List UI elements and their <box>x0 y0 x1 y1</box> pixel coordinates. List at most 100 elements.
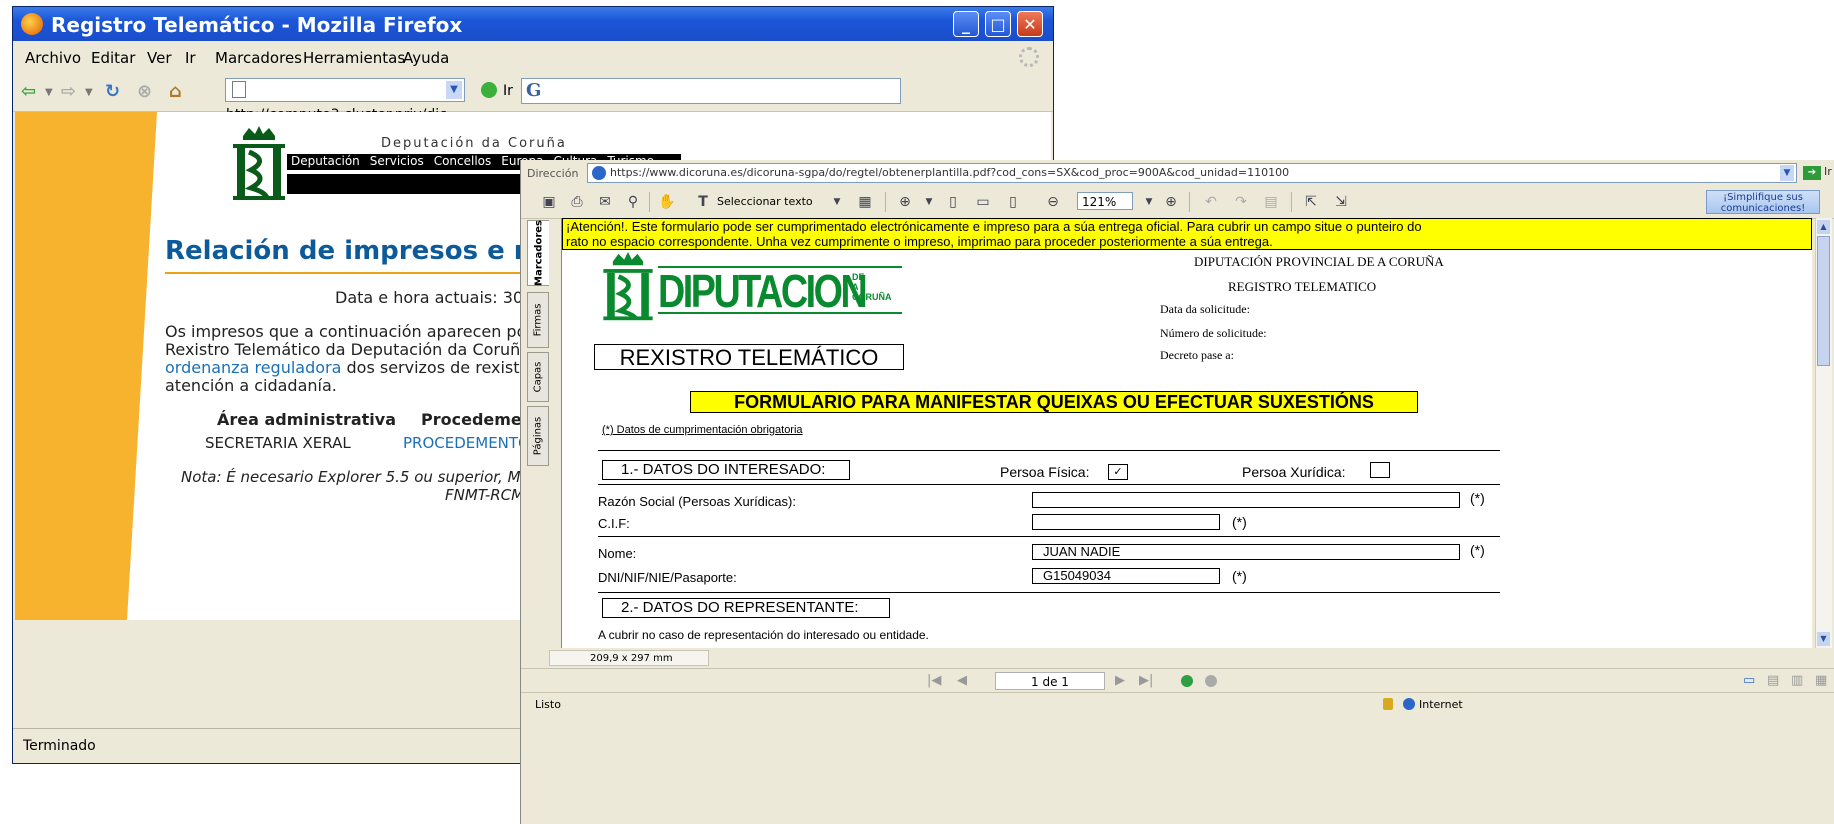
save-icon[interactable]: ▣ <box>539 192 559 212</box>
back-icon[interactable]: ⇦ <box>21 81 36 102</box>
close-button[interactable]: ✕ <box>1017 11 1043 37</box>
persoa-xuridica-checkbox[interactable] <box>1370 462 1390 478</box>
maximize-button[interactable]: □ <box>985 11 1011 37</box>
toolbar-separator <box>885 192 886 212</box>
nav-servicios[interactable]: Servicios <box>370 154 424 168</box>
tab-marcadores-label: Marcadores <box>533 219 544 287</box>
menu-editar[interactable]: Editar <box>91 49 135 67</box>
zoom-dropdown-icon[interactable]: ▼ <box>1139 192 1159 212</box>
select-text-icon[interactable]: T <box>693 192 713 212</box>
status-listo: Listo <box>535 698 561 711</box>
last-page-icon[interactable]: ▶| <box>1139 673 1153 688</box>
razon-social-input[interactable] <box>1032 492 1460 508</box>
address-go-button[interactable]: ➔ Ir <box>1803 165 1832 180</box>
google-icon[interactable]: G <box>526 80 541 101</box>
address-input[interactable]: https://www.dicoruna.es/dicoruna-sgpa/do… <box>587 163 1797 183</box>
ordenanza-link[interactable]: ordenanza reguladora <box>165 358 341 377</box>
tab-firmas[interactable]: Firmas <box>527 292 549 348</box>
attach-icon[interactable]: ⇲ <box>1331 192 1351 212</box>
previous-page-icon[interactable]: ◀ <box>957 673 967 688</box>
diputacion-wordmark: DIPUTACION <box>658 265 868 317</box>
cif-input[interactable] <box>1032 514 1220 530</box>
zoom-in-tool-icon[interactable]: ⊕ <box>895 192 915 212</box>
go-button[interactable]: Ir <box>481 82 513 99</box>
go-arrow-icon: ➔ <box>1803 166 1821 180</box>
ie-page-icon <box>592 166 606 180</box>
menu-archivo[interactable]: Archivo <box>25 49 81 67</box>
zoom-field[interactable]: 121% <box>1077 192 1133 210</box>
divider <box>598 592 1500 593</box>
url-dropdown-icon[interactable]: ▼ <box>446 81 462 99</box>
intro-line-3-text: dos servizos de rexistr <box>341 358 527 377</box>
tab-marcadores[interactable]: Marcadores <box>527 220 549 286</box>
procedemento-link[interactable]: PROCEDEMENTO <box>403 434 530 452</box>
first-page-icon[interactable]: |◀ <box>927 673 941 688</box>
required-mark: (*) <box>1470 490 1485 506</box>
minimize-button[interactable]: _ <box>953 11 979 37</box>
adobe-promo-button[interactable]: ¡Simplifique sus comunicaciones! <box>1706 190 1820 214</box>
previous-view-icon[interactable] <box>1181 675 1193 687</box>
address-label: Dirección <box>527 167 579 180</box>
menu-ir[interactable]: Ir <box>185 49 196 67</box>
menu-marcadores[interactable]: Marcadores <box>215 49 302 67</box>
rotate-left-icon[interactable]: ↶ <box>1201 192 1221 212</box>
find-icon[interactable]: ⚲ <box>623 192 643 212</box>
zoom-in-icon[interactable]: ⊕ <box>1161 192 1181 212</box>
zoom-out-icon[interactable]: ⊖ <box>1043 192 1063 212</box>
navigation-pane-tabs: Marcadores Firmas Capas Páginas <box>527 220 551 660</box>
stop-icon[interactable]: ⊗ <box>137 81 152 102</box>
nav-concellos[interactable]: Concellos <box>434 154 492 168</box>
tab-paginas[interactable]: Páginas <box>527 406 549 466</box>
persoa-fisica-checkbox[interactable]: ✓ <box>1108 464 1128 480</box>
continuous-facing-icon[interactable]: ▦ <box>1815 673 1827 688</box>
note-line-2: FNMT-RCM <box>445 486 525 504</box>
snapshot-icon[interactable]: ▦ <box>855 192 875 212</box>
next-page-icon[interactable]: ▶ <box>1115 673 1125 688</box>
url-bar[interactable]: http://compute3.cluster.priv/dic ▼ <box>225 78 465 123</box>
scroll-up-icon[interactable]: ▲ <box>1817 220 1830 234</box>
page-number-field[interactable]: 1 de 1 <box>995 672 1105 690</box>
rotate-right-icon[interactable]: ↷ <box>1231 192 1251 212</box>
nome-input[interactable]: JUAN NADIE <box>1032 544 1460 560</box>
nav-deputacion[interactable]: Deputación <box>291 154 360 168</box>
fit-page-icon[interactable]: ▭ <box>973 192 993 212</box>
print-icon[interactable]: ⎙ <box>567 192 587 212</box>
zoom-tool-dropdown-icon[interactable]: ▼ <box>919 192 939 212</box>
page-icon <box>232 81 246 98</box>
select-text-button[interactable]: Seleccionar texto <box>717 195 813 208</box>
document-icon[interactable]: ▤ <box>1261 192 1281 212</box>
vertical-scrollbar[interactable]: ▲ ▼ <box>1815 218 1832 648</box>
section-1-heading: 1.- DATOS DO INTERESADO: <box>602 460 850 480</box>
intro-line-1: Os impresos que a continuación aparecen … <box>165 322 536 341</box>
home-icon[interactable]: ⌂ <box>169 81 182 102</box>
menu-herramientas[interactable]: Herramientas <box>303 49 405 67</box>
select-dropdown-icon[interactable]: ▼ <box>827 192 847 212</box>
continuous-icon[interactable]: ▤ <box>1767 673 1779 688</box>
menu-ayuda[interactable]: Ayuda <box>403 49 449 67</box>
scroll-down-icon[interactable]: ▼ <box>1817 632 1830 646</box>
single-page-icon[interactable]: ▭ <box>1743 673 1755 688</box>
search-box[interactable]: G <box>521 78 901 104</box>
scroll-thumb[interactable] <box>1817 236 1830 366</box>
go-icon <box>481 82 497 98</box>
address-go-label: Ir <box>1824 165 1832 178</box>
facing-icon[interactable]: ▥ <box>1791 673 1803 688</box>
hand-tool-icon[interactable]: ✋ <box>657 192 677 212</box>
fit-width-icon[interactable]: ▯ <box>1003 192 1023 212</box>
dni-input[interactable]: G15049034 <box>1032 568 1220 584</box>
email-icon[interactable]: ✉ <box>595 192 615 212</box>
diputacion-logo <box>603 252 653 321</box>
back-dropdown-icon[interactable]: ▼ <box>45 87 53 98</box>
reload-icon[interactable]: ↻ <box>105 81 120 102</box>
tab-capas[interactable]: Capas <box>527 352 549 402</box>
export-icon[interactable]: ⇱ <box>1301 192 1321 212</box>
address-dropdown-icon[interactable]: ▼ <box>1780 165 1794 181</box>
next-view-icon[interactable] <box>1205 675 1217 687</box>
menu-ver[interactable]: Ver <box>147 49 172 67</box>
address-bar: Dirección https://www.dicoruna.es/dicoru… <box>521 160 1834 186</box>
divider <box>598 484 1500 485</box>
rexistro-telematico-box: REXISTRO TELEMÁTICO <box>594 344 904 370</box>
actual-size-icon[interactable]: ▯ <box>943 192 963 212</box>
forward-dropdown-icon[interactable]: ▼ <box>85 87 93 98</box>
forward-icon[interactable]: ⇨ <box>61 81 76 102</box>
